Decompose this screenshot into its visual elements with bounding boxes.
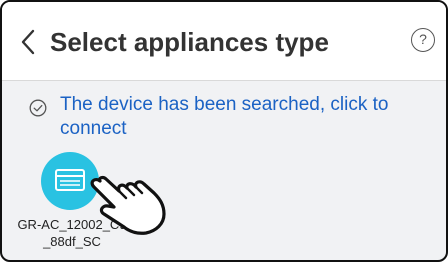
help-icon[interactable]: ? bbox=[411, 28, 435, 52]
search-status-message: The device has been searched, click to c… bbox=[60, 94, 389, 139]
page-title: Select appliances type bbox=[50, 27, 329, 57]
check-circle-icon bbox=[29, 99, 47, 117]
chevron-left-icon[interactable] bbox=[16, 24, 42, 60]
pointing-hand-icon bbox=[90, 175, 166, 235]
header-bar: Select appliances type ? bbox=[2, 2, 446, 81]
app-frame: Select appliances type ? The device has … bbox=[0, 0, 448, 262]
